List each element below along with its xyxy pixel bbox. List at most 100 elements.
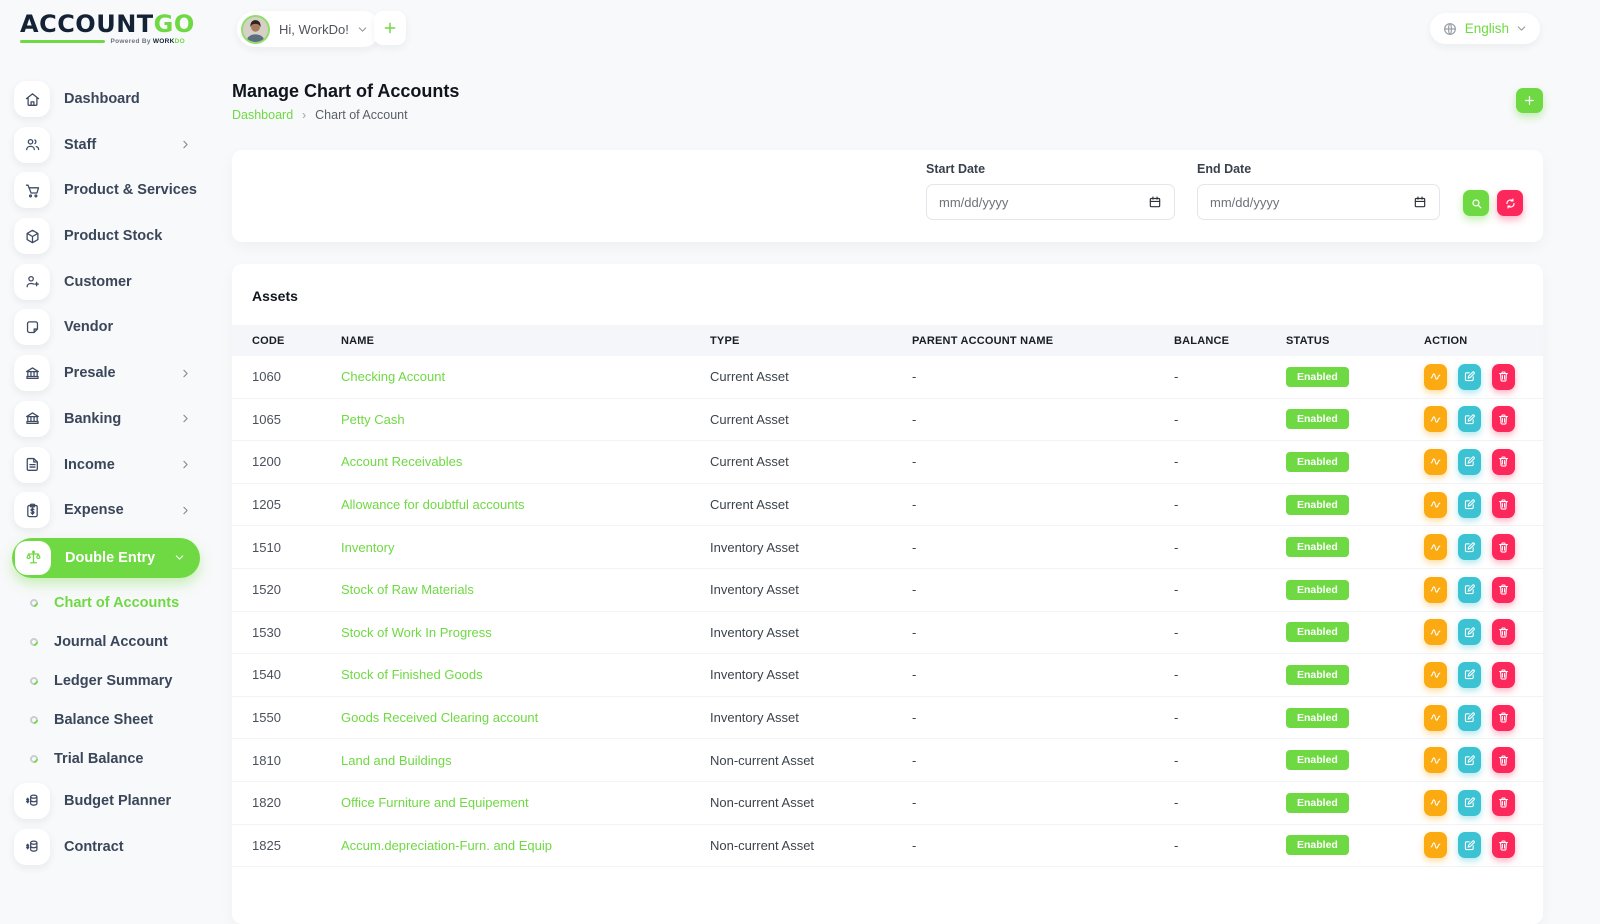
transaction-button[interactable] xyxy=(1424,449,1447,475)
transaction-button[interactable] xyxy=(1424,534,1447,560)
edit-icon xyxy=(1463,668,1476,681)
cell-code: 1540 xyxy=(232,667,321,682)
create-account-button[interactable] xyxy=(1516,88,1543,113)
transaction-button[interactable] xyxy=(1424,747,1447,773)
account-name-link[interactable]: Office Furniture and Equipement xyxy=(341,795,529,810)
sidebar-item-label: Staff xyxy=(64,137,179,153)
edit-button[interactable] xyxy=(1458,662,1481,688)
account-name-link[interactable]: Land and Buildings xyxy=(341,753,452,768)
transaction-button[interactable] xyxy=(1424,364,1447,390)
edit-button[interactable] xyxy=(1458,364,1481,390)
transaction-button[interactable] xyxy=(1424,832,1447,858)
apply-filter-button[interactable] xyxy=(1463,190,1489,216)
sidebar-item-customer[interactable]: Customer xyxy=(14,264,200,300)
cell-parent: - xyxy=(892,412,1154,427)
delete-button[interactable] xyxy=(1492,747,1515,773)
account-name-link[interactable]: Stock of Finished Goods xyxy=(341,667,483,682)
delete-button[interactable] xyxy=(1492,364,1515,390)
status-badge: Enabled xyxy=(1286,495,1349,515)
edit-button[interactable] xyxy=(1458,534,1481,560)
delete-button[interactable] xyxy=(1492,449,1515,475)
account-name-link[interactable]: Allowance for doubtful accounts xyxy=(341,497,525,512)
account-name-link[interactable]: Inventory xyxy=(341,540,394,555)
delete-button[interactable] xyxy=(1492,705,1515,731)
chevron-down-icon xyxy=(356,23,369,36)
cell-balance: - xyxy=(1154,412,1266,427)
sidebar-item-banking[interactable]: Banking xyxy=(14,401,200,437)
end-date-input[interactable]: mm/dd/yyyy xyxy=(1197,184,1440,220)
sidebar-subitem-journal-account[interactable]: Journal Account xyxy=(14,627,200,657)
account-name-link[interactable]: Stock of Work In Progress xyxy=(341,625,492,640)
bullet-icon xyxy=(28,597,39,608)
account-name-link[interactable]: Accum.depreciation-Furn. and Equip xyxy=(341,838,552,853)
sidebar-subitem-chart-of-accounts[interactable]: Chart of Accounts xyxy=(14,588,200,618)
reset-filter-button[interactable] xyxy=(1497,190,1523,216)
language-selector[interactable]: English xyxy=(1430,13,1540,44)
cell-actions xyxy=(1404,619,1543,645)
sidebar-item-product-stock[interactable]: Product Stock xyxy=(14,218,200,254)
sidebar-item-contract[interactable]: Contract xyxy=(14,829,200,865)
cell-type: Inventory Asset xyxy=(690,710,892,725)
delete-button[interactable] xyxy=(1492,619,1515,645)
delete-button[interactable] xyxy=(1492,790,1515,816)
cell-code: 1065 xyxy=(232,412,321,427)
sidebar-item-budget-planner[interactable]: Budget Planner xyxy=(14,783,200,819)
sidebar-nav: Dashboard Staff Product & Services Product … xyxy=(14,81,200,865)
edit-button[interactable] xyxy=(1458,747,1481,773)
delete-button[interactable] xyxy=(1492,492,1515,518)
cell-type: Non-current Asset xyxy=(690,838,892,853)
transaction-button[interactable] xyxy=(1424,705,1447,731)
cell-balance: - xyxy=(1154,369,1266,384)
sidebar-item-income[interactable]: Income xyxy=(14,447,200,483)
sidebar-subitem-ledger-summary[interactable]: Ledger Summary xyxy=(14,666,200,696)
sidebar-item-label: Income xyxy=(64,457,179,473)
bank-icon xyxy=(24,365,41,382)
transaction-button[interactable] xyxy=(1424,492,1447,518)
sidebar-item-dashboard[interactable]: Dashboard xyxy=(14,81,200,117)
sidebar-subitem-trial-balance[interactable]: Trial Balance xyxy=(14,744,200,774)
transaction-button[interactable] xyxy=(1424,662,1447,688)
edit-button[interactable] xyxy=(1458,705,1481,731)
edit-button[interactable] xyxy=(1458,790,1481,816)
account-name-link[interactable]: Stock of Raw Materials xyxy=(341,582,474,597)
transaction-button[interactable] xyxy=(1424,577,1447,603)
sidebar-subitem-balance-sheet[interactable]: Balance Sheet xyxy=(14,705,200,735)
sidebar-item-vendor[interactable]: Vendor xyxy=(14,309,200,345)
user-plus-icon xyxy=(24,273,41,290)
sidebar-item-expense[interactable]: Expense xyxy=(14,492,200,528)
delete-button[interactable] xyxy=(1492,406,1515,432)
account-name-link[interactable]: Goods Received Clearing account xyxy=(341,710,538,725)
cell-balance: - xyxy=(1154,454,1266,469)
start-date-input[interactable]: mm/dd/yyyy xyxy=(926,184,1175,220)
delete-button[interactable] xyxy=(1492,534,1515,560)
calendar-icon[interactable] xyxy=(1148,195,1162,209)
cell-name: Stock of Work In Progress xyxy=(321,625,690,640)
edit-button[interactable] xyxy=(1458,449,1481,475)
account-name-link[interactable]: Petty Cash xyxy=(341,412,405,427)
account-name-link[interactable]: Checking Account xyxy=(341,369,445,384)
sidebar-item-staff[interactable]: Staff xyxy=(14,127,200,163)
cell-status: Enabled xyxy=(1266,708,1404,728)
breadcrumb-dashboard-link[interactable]: Dashboard xyxy=(232,108,293,122)
sidebar-item-product-services[interactable]: Product & Services xyxy=(14,172,200,208)
delete-button[interactable] xyxy=(1492,662,1515,688)
edit-button[interactable] xyxy=(1458,406,1481,432)
cell-type: Current Asset xyxy=(690,497,892,512)
transaction-button[interactable] xyxy=(1424,406,1447,432)
edit-button[interactable] xyxy=(1458,619,1481,645)
delete-button[interactable] xyxy=(1492,832,1515,858)
calendar-icon[interactable] xyxy=(1413,195,1427,209)
brand-logo[interactable]: ACCOUNTGO Powered By WORKDO xyxy=(20,12,185,45)
delete-button[interactable] xyxy=(1492,577,1515,603)
trash-icon xyxy=(1497,626,1510,639)
account-name-link[interactable]: Account Receivables xyxy=(341,454,462,469)
user-menu[interactable]: Hi, WorkDo! xyxy=(237,11,381,47)
transaction-button[interactable] xyxy=(1424,790,1447,816)
edit-button[interactable] xyxy=(1458,577,1481,603)
edit-button[interactable] xyxy=(1458,492,1481,518)
quick-add-button[interactable] xyxy=(374,11,406,45)
transaction-button[interactable] xyxy=(1424,619,1447,645)
sidebar-item-presale[interactable]: Presale xyxy=(14,355,200,391)
sidebar-item-double-entry[interactable]: Double Entry xyxy=(12,538,200,578)
edit-button[interactable] xyxy=(1458,832,1481,858)
